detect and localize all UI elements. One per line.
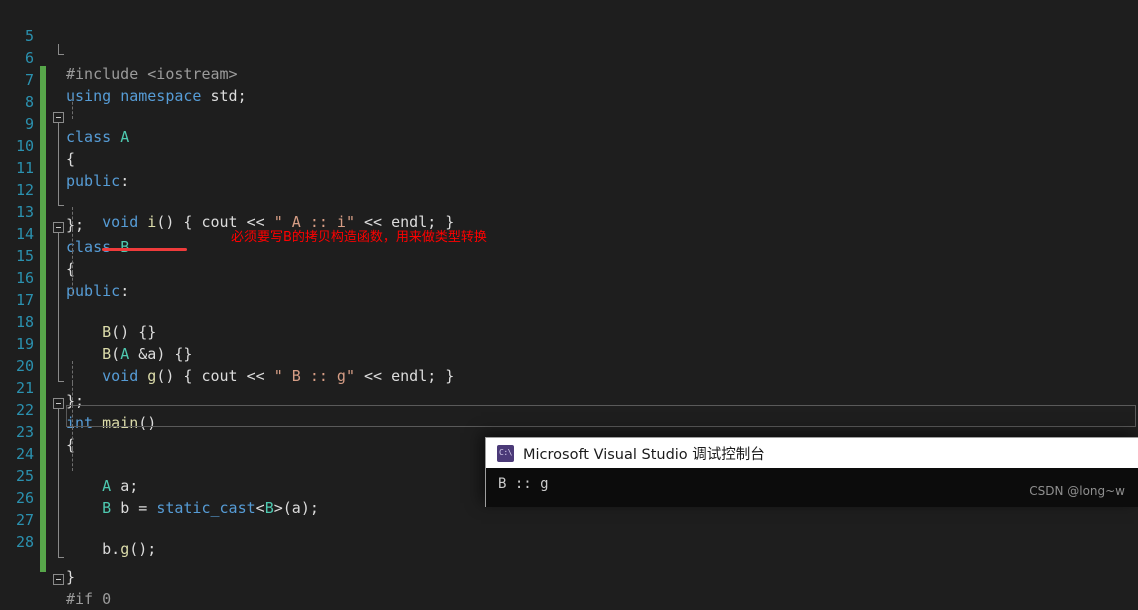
annotation-underline <box>102 248 187 251</box>
code-line[interactable]: 12 class B <box>0 141 1138 256</box>
code-line[interactable]: 11 }; <box>0 119 1138 234</box>
code-line[interactable]: 6 using namespace std; <box>0 9 1138 105</box>
current-line-indicator <box>66 405 1136 427</box>
fold-line <box>58 547 64 558</box>
code-line[interactable]: 19 }; <box>0 295 1138 410</box>
fold-column[interactable] <box>52 547 66 569</box>
change-bar <box>40 550 46 572</box>
code-line[interactable]: 9 public: <box>0 75 1138 190</box>
code-line[interactable]: 13 { <box>0 163 1138 278</box>
console-output-text: B :: g <box>498 476 549 492</box>
indent-guide <box>72 251 73 273</box>
code-line[interactable]: 18 <box>0 273 1138 371</box>
indent-guide <box>72 273 73 295</box>
change-bar <box>40 528 46 550</box>
code-line[interactable]: 20 int main() <box>0 317 1138 432</box>
code-line[interactable]: 21 { <box>0 339 1138 454</box>
code-line[interactable]: 14 public: <box>0 185 1138 300</box>
fold-collapse-icon[interactable] <box>53 574 64 585</box>
indent-guide <box>72 427 73 449</box>
code-line[interactable]: 10 void i() { cout << " A :: i" << endl;… <box>0 97 1138 231</box>
code-line[interactable]: 5 #include <iostream> <box>0 0 1138 83</box>
console-icon-label: C:\ <box>499 448 512 457</box>
code-line[interactable]: 15 B() {} <box>0 207 1138 341</box>
code-line[interactable]: 23 B b = static_cast<B>(a); <box>0 383 1138 517</box>
indent-guide <box>72 405 73 427</box>
indent-guide <box>72 449 73 471</box>
indent-guide <box>72 361 73 383</box>
code-text: #if 0 <box>66 590 112 608</box>
fold-column[interactable] <box>52 525 66 547</box>
code-line-current[interactable]: 24 b.g(); <box>0 405 1138 558</box>
indent-guide <box>72 97 73 119</box>
console-window-title: Microsoft Visual Studio 调试控制台 <box>523 446 765 463</box>
fold-line <box>58 525 59 547</box>
indent-guide <box>72 207 73 229</box>
indent-guide <box>72 229 73 251</box>
indent-guide <box>72 383 73 405</box>
console-app-icon: C:\ <box>497 444 514 462</box>
code-editor[interactable]: 5 #include <iostream> 6 using namespace … <box>0 0 1138 608</box>
code-line[interactable]: 17 void g() { cout << " B :: g" << endl;… <box>0 251 1138 385</box>
line-number: 28 <box>15 533 34 551</box>
code-line[interactable]: 8 { <box>0 53 1138 168</box>
code-text: } <box>66 568 76 586</box>
code-line[interactable]: 7 class A <box>0 31 1138 146</box>
console-title-bar[interactable]: C:\ Microsoft Visual Studio 调试控制台 <box>486 438 1138 468</box>
code-line[interactable]: 22 A a; <box>0 361 1138 495</box>
csdn-watermark: CSDN @long~w <box>1029 484 1125 498</box>
fold-column[interactable] <box>52 569 66 591</box>
annotation-text: 必须要写B的拷贝构造函数，用来做类型转换 <box>231 230 487 245</box>
